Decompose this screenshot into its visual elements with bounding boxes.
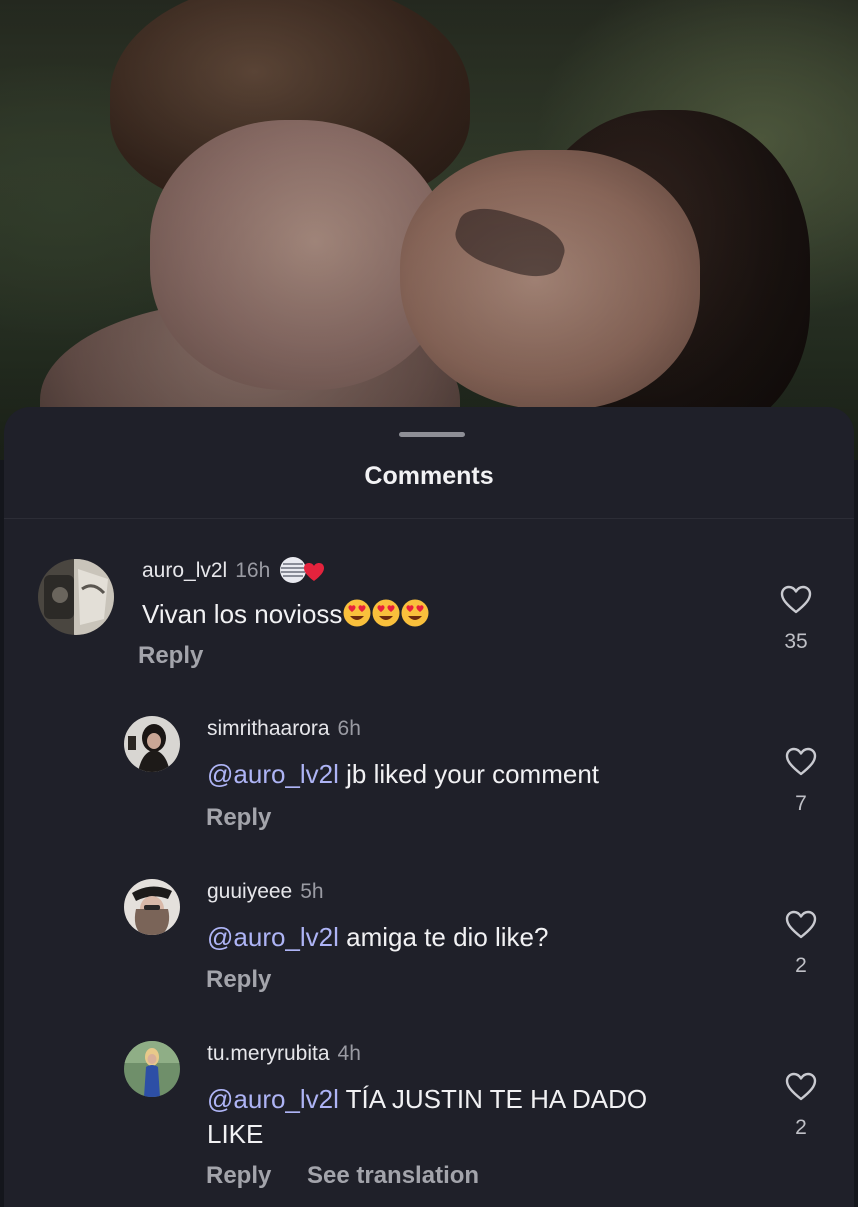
comment-text: jb liked your comment bbox=[346, 759, 600, 789]
reply-button[interactable]: Reply bbox=[206, 1162, 271, 1190]
striped-badge-with-heart-icon bbox=[278, 555, 325, 591]
comment-username[interactable]: auro_lv2l bbox=[142, 559, 227, 582]
comment-timestamp: 4h bbox=[337, 1042, 361, 1065]
like-count: 2 bbox=[795, 954, 807, 977]
see-translation-button[interactable]: See translation bbox=[307, 1162, 479, 1190]
comment-timestamp: 5h bbox=[300, 880, 324, 903]
smiling-face-with-heart-eyes-icon bbox=[401, 599, 429, 627]
comment-username[interactable]: guuiyeee bbox=[207, 880, 292, 903]
mention-link[interactable]: @auro_lv2l bbox=[207, 1084, 339, 1114]
heart-outline-icon[interactable] bbox=[785, 1072, 817, 1102]
reply-button[interactable]: Reply bbox=[138, 642, 203, 670]
reply-button[interactable]: Reply bbox=[206, 804, 271, 832]
avatar[interactable] bbox=[124, 1041, 180, 1097]
avatar[interactable] bbox=[124, 716, 180, 772]
comment-text: amiga te dio like? bbox=[346, 922, 549, 952]
like-count: 7 bbox=[795, 792, 807, 815]
like-count: 2 bbox=[795, 1116, 807, 1139]
heart-outline-icon[interactable] bbox=[785, 747, 817, 777]
post-photo bbox=[0, 0, 858, 460]
comment-username[interactable]: tu.meryrubita bbox=[207, 1042, 330, 1065]
reply-button[interactable]: Reply bbox=[206, 966, 271, 994]
like-count: 35 bbox=[784, 630, 808, 653]
comment-text: Vivan los novioss bbox=[142, 599, 343, 629]
comment-timestamp: 6h bbox=[337, 717, 361, 740]
comment-username[interactable]: simrithaarora bbox=[207, 717, 330, 740]
mention-link[interactable]: @auro_lv2l bbox=[207, 922, 339, 952]
avatar[interactable] bbox=[124, 879, 180, 935]
smiling-face-with-heart-eyes-icon bbox=[343, 599, 371, 627]
divider bbox=[4, 518, 854, 519]
comment-timestamp: 16h bbox=[235, 559, 271, 582]
comment-text-line: TÍA JUSTIN TE HA DADO bbox=[345, 1084, 648, 1114]
sheet-title: Comments bbox=[364, 462, 494, 490]
smiling-face-with-heart-eyes-icon bbox=[372, 599, 400, 627]
avatar[interactable] bbox=[38, 559, 114, 635]
drag-handle[interactable] bbox=[399, 432, 465, 437]
heart-outline-icon[interactable] bbox=[780, 585, 812, 615]
heart-outline-icon[interactable] bbox=[785, 910, 817, 940]
comments-sheet: Comments auro_lv2l 16h Vivan los novioss… bbox=[4, 407, 854, 1207]
mention-link[interactable]: @auro_lv2l bbox=[207, 759, 339, 789]
comment-text-line: LIKE bbox=[207, 1119, 264, 1149]
